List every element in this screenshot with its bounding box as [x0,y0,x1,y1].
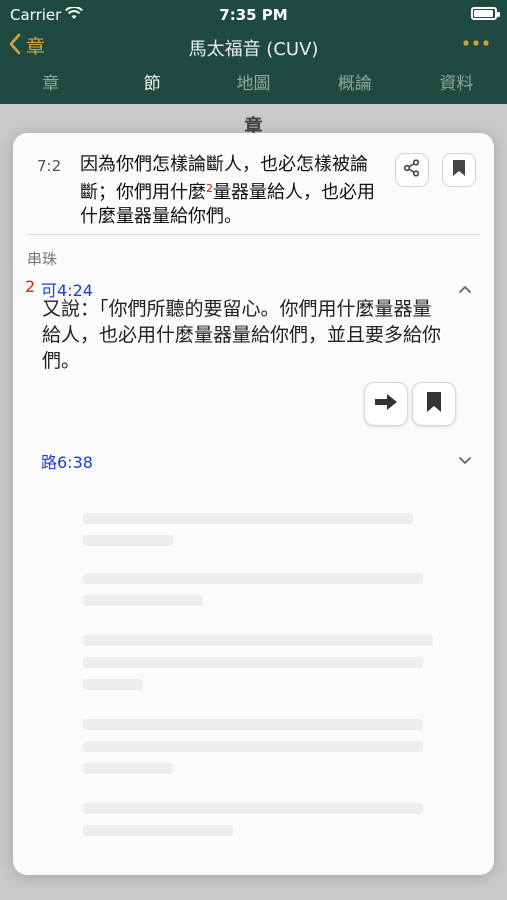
faded-line [83,763,173,774]
divider [27,234,480,235]
bookmark-button[interactable] [442,153,476,187]
share-icon [403,159,421,181]
faded-line [83,635,433,646]
faded-line [83,679,143,690]
bookmark-icon [426,391,442,417]
page-title: 馬太福音 (CUV) [188,39,319,60]
faded-line [83,803,423,814]
arrow-right-icon [374,392,398,416]
faded-line [83,535,173,546]
segment-tabs: 章 節 地圖 概論 資料 [0,64,507,104]
faded-line [83,657,423,668]
tab-overview[interactable]: 概論 [304,64,405,104]
faded-line [83,741,423,752]
faded-line [83,595,203,606]
verse-number: 7:2 [37,157,62,175]
cross-reference-row[interactable]: 路6:38 [13,445,494,473]
bookmark-reference-button[interactable] [412,382,456,426]
status-time: 7:35 PM [219,6,288,24]
reference-count: 2 [25,277,36,296]
faded-background-text [13,473,494,875]
navigation-header: Carrier 7:35 PM 章 馬太福音 (CUV) 章 節 地圖 概論 資… [0,0,507,104]
verse-header: 7:2 因為你們怎樣論斷人，也必怎樣被論斷；你們用什麼2量器量給人，也必用什麼量… [13,133,494,235]
status-bar: Carrier 7:35 PM [0,0,507,28]
cross-reference-heading: 串珠 [27,250,58,268]
reference-text: 又說：「你們所聽的要留心。你們用什麼量器量給人，也必用什麼量器量給你們，並且要多… [42,298,442,372]
chevron-down-icon[interactable] [458,451,472,470]
reference-link[interactable]: 路6:38 [41,449,93,473]
footnote-marker[interactable]: 2 [206,182,213,195]
go-to-reference-button[interactable] [364,382,408,426]
ellipsis-icon [461,35,491,60]
tab-chapter[interactable]: 章 [0,64,101,104]
bookmark-icon [452,159,466,181]
faded-line [83,719,423,730]
more-button[interactable] [461,32,491,60]
tab-map[interactable]: 地圖 [203,64,304,104]
chevron-up-icon[interactable] [458,279,472,298]
faded-line [83,513,413,524]
verse-text: 因為你們怎樣論斷人，也必怎樣被論斷；你們用什麼2量器量給人，也必用什麼量器量給你… [80,153,385,229]
verse-detail-sheet: 7:2 因為你們怎樣論斷人，也必怎樣被論斷；你們用什麼2量器量給人，也必用什麼量… [13,133,494,875]
faded-line [83,825,233,836]
battery-icon [471,7,500,20]
share-button[interactable] [395,153,429,187]
tab-verse[interactable]: 節 [101,64,202,104]
faded-line [83,573,423,584]
tab-resources[interactable]: 資料 [406,64,507,104]
